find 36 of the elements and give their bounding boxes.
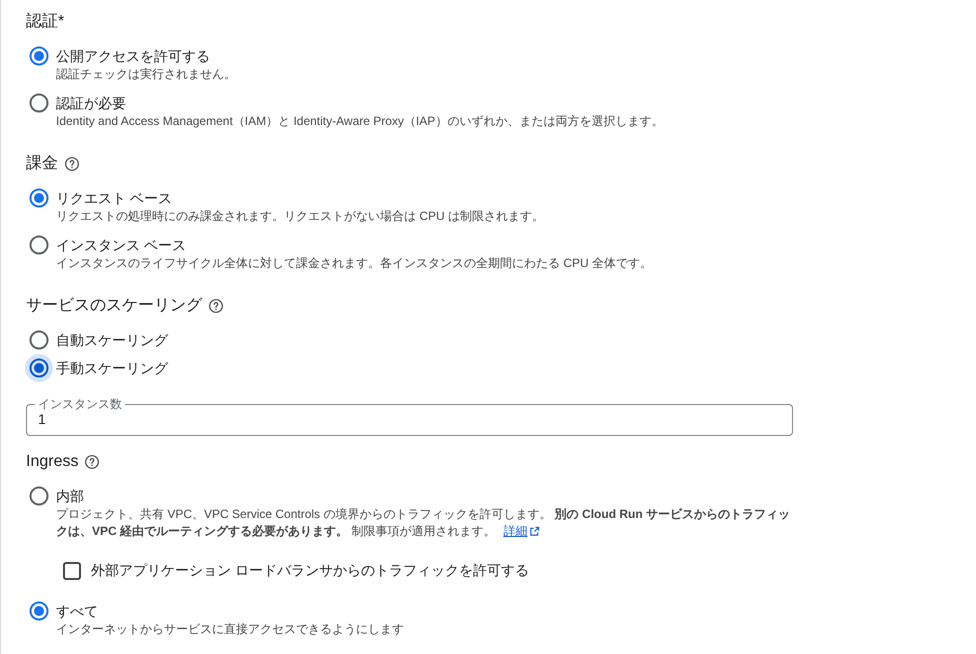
help-icon[interactable] (208, 298, 224, 314)
help-icon[interactable] (84, 454, 100, 470)
option-description: Identity and Access Management（IAM）と Identity-Aware Proxy（IAP）のいずれか、または両方を選択します。 (56, 113, 664, 130)
details-link[interactable]: 詳細 (503, 523, 540, 540)
radio-button[interactable] (29, 188, 49, 208)
field-value: 1 (38, 411, 47, 427)
option-label: 公開アクセスを許可する (56, 47, 211, 66)
option-label: 認証が必要 (56, 94, 127, 113)
radio-button[interactable] (29, 486, 49, 506)
option-label: 自動スケーリング (56, 331, 168, 350)
option-label: すべて (56, 602, 99, 621)
option-label: インスタンス ベース (56, 236, 187, 255)
radio-button[interactable] (29, 601, 49, 621)
section-title: サービスのスケーリング (26, 296, 202, 316)
radio-button[interactable] (29, 235, 49, 255)
instance-count-field[interactable]: インスタンス数 1 (26, 397, 793, 436)
option-label: リクエスト ベース (56, 189, 173, 208)
option-label: 内部 (56, 487, 85, 506)
radio-button[interactable] (29, 358, 49, 378)
radio-button[interactable] (29, 330, 49, 350)
option-description: プロジェクト、共有 VPC、VPC Service Controls の境界からのトラフィックを許可します。 別の Cloud Run サービスからのトラフィックは、VPC 経由でルーティングする必要があります。 制限事項が適用されます。 詳細 (56, 506, 792, 540)
option-description: インスタンスのライフサイクル全体に対して課金されます。各インスタンスの全期間にわたる CPU 全体です。 (56, 255, 652, 272)
radio-button[interactable] (29, 93, 49, 113)
section-title: 課金 (26, 154, 58, 174)
option-description: 認証チェックは実行されません。 (56, 66, 236, 83)
option-description: インターネットからサービスに直接アクセスできるようにします (56, 621, 404, 638)
field-label: インスタンス数 (37, 397, 123, 411)
checkbox[interactable] (63, 562, 81, 580)
checkbox-label: 外部アプリケーション ロードバランサからのトラフィックを許可する (91, 561, 529, 580)
option-description: リクエストの処理時にのみ課金されます。リクエストがない場合は CPU は制限されます。 (56, 208, 544, 225)
external-link-icon (529, 526, 540, 537)
section-title: Ingress (26, 452, 78, 472)
help-icon[interactable] (64, 156, 80, 172)
section-title: 認証* (26, 12, 64, 32)
option-label: 手動スケーリング (56, 359, 168, 378)
radio-button[interactable] (29, 46, 49, 66)
